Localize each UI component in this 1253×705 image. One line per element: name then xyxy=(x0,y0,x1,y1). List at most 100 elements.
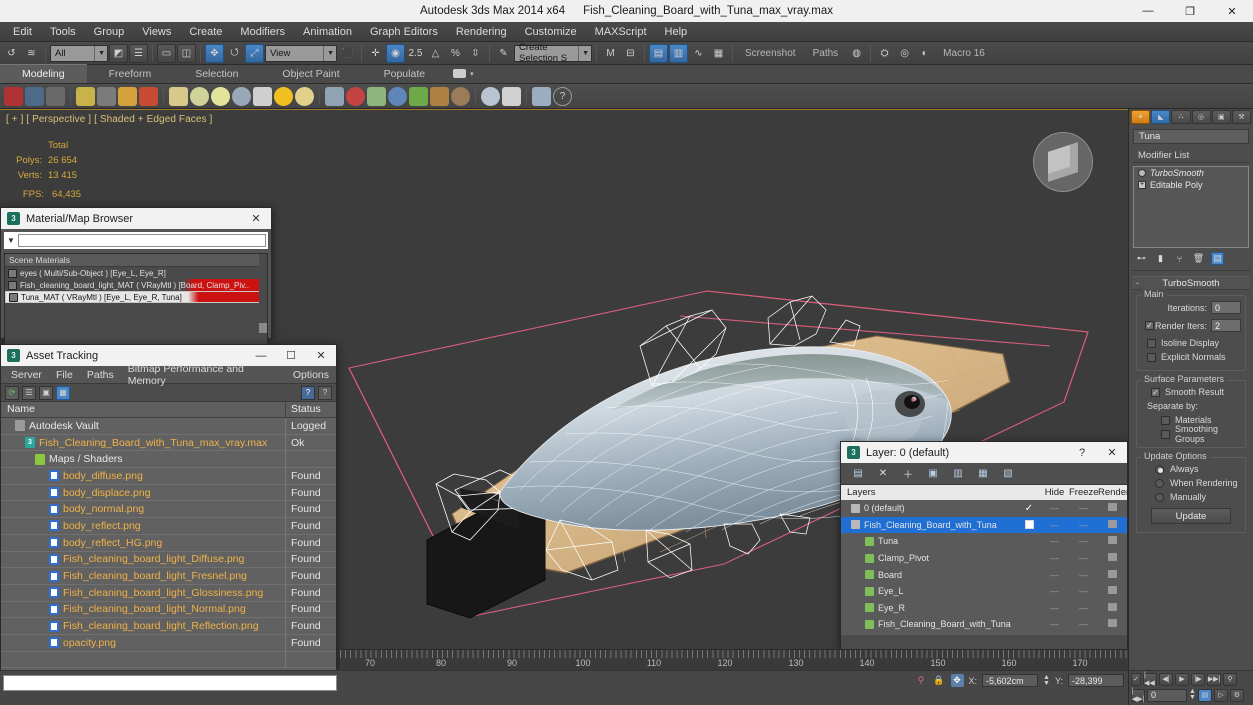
column-header-status[interactable]: Status xyxy=(286,402,336,417)
hide-unhide-layer-icon[interactable]: ▦ xyxy=(976,467,990,481)
asset-row[interactable]: Fish_cleaning_board_light_Reflection.png… xyxy=(1,618,336,635)
close-button[interactable]: ✕ xyxy=(1211,0,1253,22)
camera-icon[interactable] xyxy=(1108,536,1117,545)
column-header-hide[interactable]: Hide xyxy=(1040,487,1069,498)
material-editor-icon[interactable]: ◍ xyxy=(847,44,866,63)
scene-explorer-icon[interactable] xyxy=(502,86,521,106)
asset-row[interactable]: Fish_cleaning_board_light_Normal.png Fou… xyxy=(1,601,336,619)
tab-modify[interactable]: ◣ xyxy=(1151,110,1171,124)
tab-hierarchy[interactable]: ⛬ xyxy=(1171,110,1191,124)
at-menu-options[interactable]: Options xyxy=(286,368,336,382)
omni-light-icon[interactable] xyxy=(274,86,293,106)
edit-icon[interactable] xyxy=(25,86,44,106)
layer-row-selected[interactable]: Fish_Cleaning_Board_with_Tuna — — xyxy=(841,516,1127,534)
x-spinner-icon[interactable]: ▲ ▼ xyxy=(1043,674,1050,687)
layer-hide-toggle[interactable]: — xyxy=(1040,553,1069,563)
menu-item-animation[interactable]: Animation xyxy=(294,24,361,40)
menu-item-customize[interactable]: Customize xyxy=(516,24,586,40)
at-menu-bitmap-performance[interactable]: Bitmap Performance and Memory xyxy=(121,362,286,388)
named-selection-sets-combo[interactable]: Create Selection S ▼ xyxy=(514,42,592,64)
viewport-label[interactable]: [ + ] [ Perspective ] [ Shaded + Edged F… xyxy=(6,114,212,125)
asset-row[interactable]: Fish_cleaning_board_light_Diffuse.png Fo… xyxy=(1,551,336,569)
asset-row[interactable]: body_normal.png Found xyxy=(1,501,336,519)
render-production-icon[interactable]: ◐ xyxy=(915,44,934,63)
asset-row[interactable]: body_reflect.png Found xyxy=(1,518,336,535)
window-crossing-icon[interactable]: ◫ xyxy=(177,43,196,63)
smooth-result-checkbox[interactable]: ✓ xyxy=(1151,387,1160,397)
asset-tracking-window[interactable]: 3 Asset Tracking — ☐ ✕ Server File Paths… xyxy=(0,344,337,705)
asset-row[interactable]: body_displace.png Found xyxy=(1,484,336,502)
render-iters-spinner[interactable]: 2 xyxy=(1211,319,1241,332)
menu-item-graph-editors[interactable]: Graph Editors xyxy=(361,24,447,40)
list-view-icon[interactable]: ☰ xyxy=(22,385,36,400)
material-browser-close-button[interactable]: ✕ xyxy=(241,208,271,229)
select-objects-in-layer-icon[interactable]: ▣ xyxy=(926,467,940,481)
select-object-icon[interactable]: ◩ xyxy=(109,43,128,63)
shading-icon[interactable] xyxy=(118,86,137,106)
select-and-rotate-icon[interactable]: ⭯ xyxy=(225,44,244,63)
material-search-input[interactable] xyxy=(18,234,266,247)
lighting-icon[interactable] xyxy=(76,86,95,106)
auto-key-toggle[interactable]: ✓ xyxy=(1131,672,1141,686)
smoothing-groups-row[interactable]: Smoothing Groups xyxy=(1141,424,1241,444)
column-header-name[interactable]: Name xyxy=(1,402,286,417)
angle-snap-icon[interactable]: △ xyxy=(426,44,445,63)
maximize-button[interactable]: ❐ xyxy=(1169,0,1211,22)
time-configuration-icon[interactable]: ⚙ xyxy=(1229,688,1244,702)
layer-manager-icon[interactable]: ▤ xyxy=(649,43,668,63)
about-icon[interactable]: ? xyxy=(318,385,332,400)
foliage-icon[interactable] xyxy=(409,86,428,106)
pin-stack-icon[interactable]: ⊷ xyxy=(1135,252,1148,265)
layer-row[interactable]: Tuna — — xyxy=(841,533,1127,550)
go-to-start-icon[interactable]: |◀◀ xyxy=(1143,672,1157,687)
use-pivot-point-center-icon[interactable]: ⬛ xyxy=(338,44,357,63)
asset-row[interactable]: Autodesk Vault Logged xyxy=(1,418,336,435)
iterations-spinner[interactable]: 0 xyxy=(1211,301,1241,314)
radio-always[interactable] xyxy=(1155,464,1164,474)
menu-item-group[interactable]: Group xyxy=(85,24,134,40)
column-header-layers[interactable]: Layers xyxy=(841,487,1018,498)
layer-freeze-toggle[interactable]: — xyxy=(1069,503,1098,513)
smooth-result-row[interactable]: ✓ Smooth Result xyxy=(1141,385,1241,399)
at-menu-server[interactable]: Server xyxy=(4,368,49,382)
mirror-icon[interactable]: M xyxy=(601,44,620,63)
render-preview-icon[interactable] xyxy=(481,86,500,106)
paths-label[interactable]: Paths xyxy=(805,48,847,59)
manage-scene-states-icon[interactable]: ▥ xyxy=(669,43,688,63)
spinner-snap-icon[interactable]: ⇳ xyxy=(466,44,485,63)
material-list-item[interactable]: Fish_cleaning_board_light_MAT ( VRayMtl … xyxy=(5,279,267,291)
tab-motion[interactable]: ◎ xyxy=(1191,110,1211,124)
layer-row[interactable]: Clamp_Pivot — — xyxy=(841,550,1127,567)
chevron-down-icon[interactable]: ▼ xyxy=(4,236,18,245)
material-list-item[interactable]: eyes ( Multi/Sub-Object ) [Eye_L, Eye_R] xyxy=(5,267,267,279)
current-frame-field[interactable]: 0 xyxy=(1147,688,1187,702)
menu-item-tools[interactable]: Tools xyxy=(41,24,85,40)
layer-hide-toggle[interactable]: — xyxy=(1040,503,1069,513)
asset-row[interactable]: Fish_cleaning_board_light_Glossiness.png… xyxy=(1,584,336,602)
menu-item-modifiers[interactable]: Modifiers xyxy=(231,24,294,40)
add-selection-to-layer-icon[interactable]: ＋ xyxy=(901,467,915,481)
scrollbar-thumb[interactable] xyxy=(259,323,267,333)
modifier-stack-item-turbosmooth[interactable]: TurboSmooth xyxy=(1134,167,1248,179)
column-header-freeze[interactable]: Freeze xyxy=(1069,487,1099,498)
rectangular-selection-region-icon[interactable]: ▭ xyxy=(157,43,176,63)
layer-row[interactable]: Board — — xyxy=(841,566,1127,583)
key-mode-toggle-icon[interactable]: ⚲ xyxy=(1223,672,1237,686)
snap-25-icon[interactable]: 2.5 xyxy=(406,44,425,63)
remove-modifier-icon[interactable]: 🗑 xyxy=(1192,252,1205,265)
material-map-browser-window[interactable]: 3 Material/Map Browser ✕ ▼ Scene Materia… xyxy=(0,207,272,348)
asset-tracking-close-button[interactable]: ✕ xyxy=(306,345,336,366)
camera-icon[interactable] xyxy=(1108,602,1117,611)
smoothing-groups-checkbox[interactable] xyxy=(1161,429,1170,439)
select-and-move-icon[interactable]: ✥ xyxy=(205,43,224,63)
key-filters-icon[interactable]: ▤ xyxy=(1197,688,1212,702)
materials-checkbox[interactable] xyxy=(1161,415,1170,425)
sphere-light-icon[interactable] xyxy=(295,86,314,106)
delete-layer-icon[interactable]: ✕ xyxy=(876,467,890,481)
x-coordinate-field[interactable]: -5,602cm xyxy=(982,674,1039,687)
tab-utilities[interactable]: ⚒ xyxy=(1231,110,1252,124)
redo-icon[interactable]: ≋ xyxy=(22,44,41,63)
asset-row[interactable]: Maps / Shaders xyxy=(1,451,336,469)
ribbon-tab-freeform[interactable]: Freeform xyxy=(87,64,174,83)
configure-modifier-sets-icon[interactable]: ▤ xyxy=(1211,252,1224,265)
